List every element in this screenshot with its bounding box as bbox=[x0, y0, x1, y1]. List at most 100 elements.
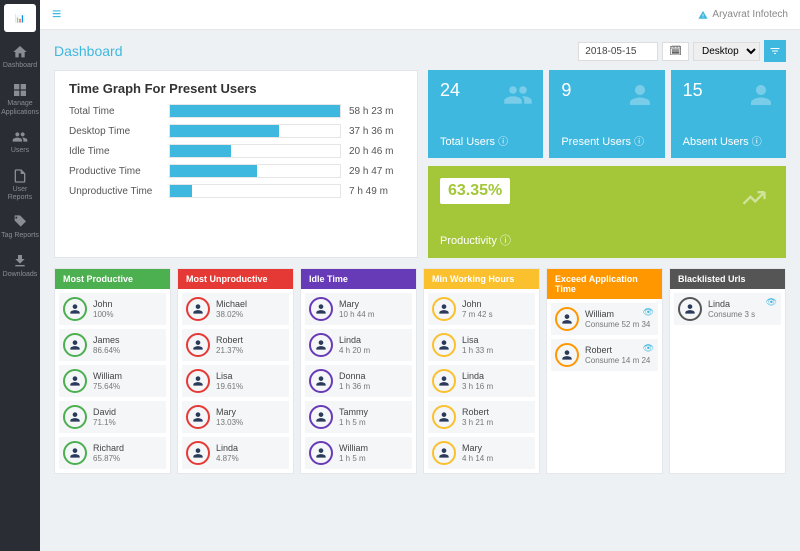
item-name: Linda bbox=[339, 335, 370, 346]
view-icon[interactable]: 👁 bbox=[643, 343, 654, 354]
list-item[interactable]: Linda Consume 3 s 👁 bbox=[674, 293, 781, 325]
item-name: William bbox=[585, 309, 650, 320]
list-item[interactable]: John 7 m 42 s bbox=[428, 293, 535, 325]
users-icon bbox=[12, 129, 28, 145]
menu-toggle-icon[interactable]: ≡ bbox=[52, 6, 61, 24]
list-item[interactable]: Linda 4 h 20 m bbox=[305, 329, 412, 361]
nav-tag reports[interactable]: Tag Reports bbox=[0, 208, 41, 246]
graph-row-value: 20 h 46 m bbox=[349, 146, 403, 157]
list-item[interactable]: David 71.1% bbox=[59, 401, 166, 433]
sidebar: 📊 Dashboard Manage Applications Users Us… bbox=[0, 0, 40, 551]
nav-downloads[interactable]: Downloads bbox=[0, 247, 41, 285]
item-name: Linda bbox=[462, 371, 493, 382]
item-value: 75.64% bbox=[93, 382, 122, 392]
item-value: Consume 14 m 24 bbox=[585, 356, 650, 366]
graph-row-value: 58 h 23 m bbox=[349, 106, 403, 117]
list-item[interactable]: Michael 38.02% bbox=[182, 293, 289, 325]
item-value: 3 h 21 m bbox=[462, 418, 493, 428]
list-item[interactable]: William Consume 52 m 34 👁 bbox=[551, 303, 658, 335]
avatar bbox=[63, 441, 87, 465]
item-name: John bbox=[462, 299, 493, 310]
list-item[interactable]: Robert Consume 14 m 24 👁 bbox=[551, 339, 658, 371]
avatar bbox=[432, 405, 456, 429]
item-name: Tammy bbox=[339, 407, 368, 418]
tag-icon bbox=[12, 214, 28, 230]
avatar bbox=[63, 405, 87, 429]
item-value: 38.02% bbox=[216, 310, 247, 320]
graph-bar bbox=[169, 104, 341, 118]
productivity-card[interactable]: 63.35% Productivity ⓘ bbox=[428, 166, 786, 258]
stat-present users[interactable]: 9 Present Users ⓘ bbox=[549, 70, 664, 158]
date-input[interactable]: 2018-05-15 bbox=[578, 42, 658, 61]
filter-icon bbox=[769, 45, 781, 57]
avatar bbox=[555, 343, 579, 367]
device-select[interactable]: Desktop bbox=[693, 42, 760, 61]
item-value: 13.03% bbox=[216, 418, 243, 428]
person-icon bbox=[314, 338, 328, 352]
list-item[interactable]: Mary 10 h 44 m bbox=[305, 293, 412, 325]
person-icon bbox=[68, 410, 82, 424]
person-icon bbox=[437, 338, 451, 352]
list-item[interactable]: Richard 65.87% bbox=[59, 437, 166, 469]
person-icon bbox=[191, 374, 205, 388]
column-blacklisted urls: Blacklisted Urls Linda Consume 3 s 👁 bbox=[669, 268, 786, 474]
avatar bbox=[432, 369, 456, 393]
user-x-icon bbox=[746, 80, 776, 110]
list-item[interactable]: William 75.64% bbox=[59, 365, 166, 397]
avatar bbox=[432, 297, 456, 321]
item-value: 10 h 44 m bbox=[339, 310, 375, 320]
list-item[interactable]: William 1 h 5 m bbox=[305, 437, 412, 469]
nav-user reports[interactable]: User Reports bbox=[0, 162, 41, 209]
calendar-icon[interactable]: 🗓 bbox=[662, 42, 689, 61]
list-item[interactable]: Lisa 19.61% bbox=[182, 365, 289, 397]
column-most productive: Most Productive John 100% James 86.64% bbox=[54, 268, 171, 474]
list-item[interactable]: Linda 3 h 16 m bbox=[428, 365, 535, 397]
stat-absent users[interactable]: 15 Absent Users ⓘ bbox=[671, 70, 786, 158]
nav-manage applications[interactable]: Manage Applications bbox=[0, 76, 41, 123]
person-icon bbox=[191, 410, 205, 424]
graph-row-label: Total Time bbox=[69, 106, 169, 117]
item-name: Lisa bbox=[462, 335, 493, 346]
item-value: 4 h 14 m bbox=[462, 454, 493, 464]
nav-users[interactable]: Users bbox=[0, 123, 41, 161]
avatar bbox=[555, 307, 579, 331]
report-icon bbox=[12, 168, 28, 184]
person-icon bbox=[68, 374, 82, 388]
graph-bar bbox=[169, 164, 341, 178]
person-icon bbox=[68, 338, 82, 352]
list-item[interactable]: Donna 1 h 36 m bbox=[305, 365, 412, 397]
list-item[interactable]: Lisa 1 h 33 m bbox=[428, 329, 535, 361]
list-item[interactable]: Tammy 1 h 5 m bbox=[305, 401, 412, 433]
column-most unproductive: Most Unproductive Michael 38.02% Robert … bbox=[177, 268, 294, 474]
view-icon[interactable]: 👁 bbox=[643, 307, 654, 318]
list-item[interactable]: Mary 13.03% bbox=[182, 401, 289, 433]
list-item[interactable]: James 86.64% bbox=[59, 329, 166, 361]
item-value: 4.87% bbox=[216, 454, 239, 464]
list-item[interactable]: Mary 4 h 14 m bbox=[428, 437, 535, 469]
list-item[interactable]: Robert 3 h 21 m bbox=[428, 401, 535, 433]
item-value: 1 h 36 m bbox=[339, 382, 370, 392]
view-icon[interactable]: 👁 bbox=[766, 297, 777, 308]
filter-button[interactable] bbox=[764, 40, 786, 62]
item-name: Richard bbox=[93, 443, 124, 454]
avatar bbox=[63, 369, 87, 393]
graph-row: Idle Time 20 h 46 m bbox=[69, 144, 403, 158]
item-value: 65.87% bbox=[93, 454, 124, 464]
stat-total users[interactable]: 24 Total Users ⓘ bbox=[428, 70, 543, 158]
avatar bbox=[186, 297, 210, 321]
download-icon bbox=[12, 253, 28, 269]
list-item[interactable]: Robert 21.37% bbox=[182, 329, 289, 361]
column-idle time: Idle Time Mary 10 h 44 m Linda 4 h 20 m bbox=[300, 268, 417, 474]
nav-dashboard[interactable]: Dashboard bbox=[0, 38, 41, 76]
item-value: 1 h 5 m bbox=[339, 418, 368, 428]
list-item[interactable]: Linda 4.87% bbox=[182, 437, 289, 469]
avatar bbox=[309, 333, 333, 357]
graph-row-value: 7 h 49 m bbox=[349, 186, 403, 197]
list-item[interactable]: John 100% bbox=[59, 293, 166, 325]
avatar bbox=[309, 441, 333, 465]
topbar: ≡ Aryavrat Infotech bbox=[40, 0, 800, 30]
column-header: Most Unproductive bbox=[178, 269, 293, 289]
item-name: Mary bbox=[339, 299, 375, 310]
person-icon bbox=[560, 312, 574, 326]
item-value: 4 h 20 m bbox=[339, 346, 370, 356]
